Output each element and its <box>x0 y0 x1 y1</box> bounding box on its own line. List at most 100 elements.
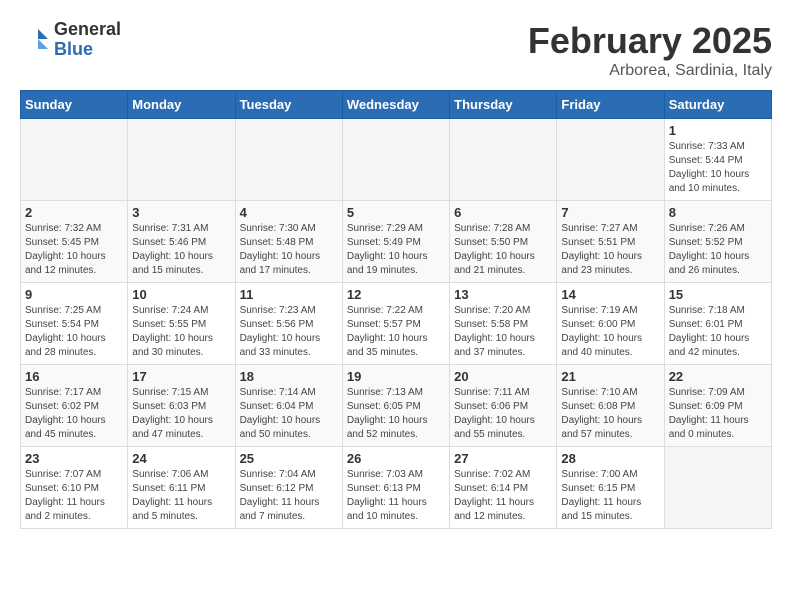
calendar-cell: 6Sunrise: 7:28 AM Sunset: 5:50 PM Daylig… <box>450 201 557 283</box>
column-header-monday: Monday <box>128 91 235 119</box>
logo-icon <box>20 25 50 55</box>
day-number: 7 <box>561 205 659 220</box>
calendar-cell: 18 Sunrise: 7:14 AM Sunset: 6:04 PM Dayli… <box>235 365 342 447</box>
calendar-cell: 11 Sunrise: 7:23 AM Sunset: 5:56 PM Dayli… <box>235 283 342 365</box>
title-block: February 2025 Arborea, Sardinia, Italy <box>528 20 772 80</box>
day-info: Sunrise: 7:27 AM Sunset: 5:51 PM Dayligh… <box>561 222 659 278</box>
logo-text: General Blue <box>54 20 121 60</box>
calendar-cell: 10 Sunrise: 7:24 AM Sunset: 5:55 PM Dayli… <box>128 283 235 365</box>
day-info: Sunrise: 7:33 AM Sunset: 5:44 PM Dayligh… <box>669 140 767 196</box>
logo-blue: Blue <box>54 40 121 60</box>
calendar-week-2: 2 Sunrise: 7:32 AM Sunset: 5:45 PM Daylig… <box>21 201 772 283</box>
calendar-cell: 4 Sunrise: 7:30 AM Sunset: 5:48 PM Daylig… <box>235 201 342 283</box>
day-info: Sunrise: 7:22 AM Sunset: 5:57 PM Dayligh… <box>347 304 445 360</box>
day-number: 23 <box>25 451 123 466</box>
day-info: Sunrise: 7:00 AM Sunset: 6:15 PM Dayligh… <box>561 468 659 524</box>
calendar-cell: 8Sunrise: 7:26 AM Sunset: 5:52 PM Daylig… <box>664 201 771 283</box>
day-info: Sunrise: 7:11 AM Sunset: 6:06 PM Dayligh… <box>454 386 552 442</box>
column-header-thursday: Thursday <box>450 91 557 119</box>
calendar-cell: 12Sunrise: 7:22 AM Sunset: 5:57 PM Dayli… <box>342 283 449 365</box>
day-info: Sunrise: 7:10 AM Sunset: 6:08 PM Dayligh… <box>561 386 659 442</box>
day-number: 24 <box>132 451 230 466</box>
day-info: Sunrise: 7:14 AM Sunset: 6:04 PM Dayligh… <box>240 386 338 442</box>
day-info: Sunrise: 7:02 AM Sunset: 6:14 PM Dayligh… <box>454 468 552 524</box>
logo-general: General <box>54 20 121 40</box>
column-header-saturday: Saturday <box>664 91 771 119</box>
day-number: 27 <box>454 451 552 466</box>
day-info: Sunrise: 7:25 AM Sunset: 5:54 PM Dayligh… <box>25 304 123 360</box>
day-number: 11 <box>240 287 338 302</box>
calendar-cell: 23 Sunrise: 7:07 AM Sunset: 6:10 PM Dayli… <box>21 447 128 529</box>
day-number: 13 <box>454 287 552 302</box>
location: Arborea, Sardinia, Italy <box>528 62 772 80</box>
day-info: Sunrise: 7:26 AM Sunset: 5:52 PM Dayligh… <box>669 222 767 278</box>
day-info: Sunrise: 7:19 AM Sunset: 6:00 PM Dayligh… <box>561 304 659 360</box>
calendar-cell: 3 Sunrise: 7:31 AM Sunset: 5:46 PM Daylig… <box>128 201 235 283</box>
day-info: Sunrise: 7:32 AM Sunset: 5:45 PM Dayligh… <box>25 222 123 278</box>
day-number: 4 <box>240 205 338 220</box>
day-info: Sunrise: 7:07 AM Sunset: 6:10 PM Dayligh… <box>25 468 123 524</box>
calendar-cell: 16 Sunrise: 7:17 AM Sunset: 6:02 PM Dayli… <box>21 365 128 447</box>
calendar-week-1: 1Sunrise: 7:33 AM Sunset: 5:44 PM Daylig… <box>21 119 772 201</box>
day-number: 16 <box>25 369 123 384</box>
day-number: 17 <box>132 369 230 384</box>
logo: General Blue <box>20 20 121 60</box>
calendar-cell: 9 Sunrise: 7:25 AM Sunset: 5:54 PM Daylig… <box>21 283 128 365</box>
day-info: Sunrise: 7:15 AM Sunset: 6:03 PM Dayligh… <box>132 386 230 442</box>
day-info: Sunrise: 7:06 AM Sunset: 6:11 PM Dayligh… <box>132 468 230 524</box>
day-info: Sunrise: 7:30 AM Sunset: 5:48 PM Dayligh… <box>240 222 338 278</box>
calendar-cell: 25Sunrise: 7:04 AM Sunset: 6:12 PM Dayli… <box>235 447 342 529</box>
day-number: 6 <box>454 205 552 220</box>
day-number: 19 <box>347 369 445 384</box>
calendar-cell: 26 Sunrise: 7:03 AM Sunset: 6:13 PM Dayli… <box>342 447 449 529</box>
day-number: 22 <box>669 369 767 384</box>
calendar-week-4: 16 Sunrise: 7:17 AM Sunset: 6:02 PM Dayli… <box>21 365 772 447</box>
calendar-cell: 7 Sunrise: 7:27 AM Sunset: 5:51 PM Daylig… <box>557 201 664 283</box>
day-info: Sunrise: 7:17 AM Sunset: 6:02 PM Dayligh… <box>25 386 123 442</box>
calendar-cell: 27 Sunrise: 7:02 AM Sunset: 6:14 PM Dayli… <box>450 447 557 529</box>
day-info: Sunrise: 7:24 AM Sunset: 5:55 PM Dayligh… <box>132 304 230 360</box>
day-info: Sunrise: 7:31 AM Sunset: 5:46 PM Dayligh… <box>132 222 230 278</box>
calendar-cell: 14Sunrise: 7:19 AM Sunset: 6:00 PM Dayli… <box>557 283 664 365</box>
column-header-sunday: Sunday <box>21 91 128 119</box>
day-number: 10 <box>132 287 230 302</box>
day-number: 26 <box>347 451 445 466</box>
month-year: February 2025 <box>528 20 772 62</box>
day-info: Sunrise: 7:29 AM Sunset: 5:49 PM Dayligh… <box>347 222 445 278</box>
day-number: 2 <box>25 205 123 220</box>
calendar-cell <box>664 447 771 529</box>
day-number: 28 <box>561 451 659 466</box>
day-info: Sunrise: 7:23 AM Sunset: 5:56 PM Dayligh… <box>240 304 338 360</box>
day-info: Sunrise: 7:18 AM Sunset: 6:01 PM Dayligh… <box>669 304 767 360</box>
calendar-cell: 15 Sunrise: 7:18 AM Sunset: 6:01 PM Dayli… <box>664 283 771 365</box>
calendar-cell <box>128 119 235 201</box>
calendar-cell: 17 Sunrise: 7:15 AM Sunset: 6:03 PM Dayli… <box>128 365 235 447</box>
day-number: 9 <box>25 287 123 302</box>
day-number: 18 <box>240 369 338 384</box>
column-header-wednesday: Wednesday <box>342 91 449 119</box>
calendar-cell: 24 Sunrise: 7:06 AM Sunset: 6:11 PM Dayli… <box>128 447 235 529</box>
calendar-cell: 2 Sunrise: 7:32 AM Sunset: 5:45 PM Daylig… <box>21 201 128 283</box>
calendar-cell <box>450 119 557 201</box>
calendar-cell <box>235 119 342 201</box>
calendar-header-row: SundayMondayTuesdayWednesdayThursdayFrid… <box>21 91 772 119</box>
day-number: 20 <box>454 369 552 384</box>
calendar-cell <box>21 119 128 201</box>
day-info: Sunrise: 7:13 AM Sunset: 6:05 PM Dayligh… <box>347 386 445 442</box>
calendar-cell <box>342 119 449 201</box>
day-info: Sunrise: 7:20 AM Sunset: 5:58 PM Dayligh… <box>454 304 552 360</box>
calendar-cell: 20 Sunrise: 7:11 AM Sunset: 6:06 PM Dayli… <box>450 365 557 447</box>
calendar-cell: 5Sunrise: 7:29 AM Sunset: 5:49 PM Daylig… <box>342 201 449 283</box>
day-info: Sunrise: 7:04 AM Sunset: 6:12 PM Dayligh… <box>240 468 338 524</box>
calendar-cell: 1Sunrise: 7:33 AM Sunset: 5:44 PM Daylig… <box>664 119 771 201</box>
day-number: 21 <box>561 369 659 384</box>
calendar-cell: 19 Sunrise: 7:13 AM Sunset: 6:05 PM Dayli… <box>342 365 449 447</box>
column-header-tuesday: Tuesday <box>235 91 342 119</box>
calendar-cell: 28 Sunrise: 7:00 AM Sunset: 6:15 PM Dayli… <box>557 447 664 529</box>
day-number: 15 <box>669 287 767 302</box>
calendar-table: SundayMondayTuesdayWednesdayThursdayFrid… <box>20 90 772 529</box>
calendar-cell: 13 Sunrise: 7:20 AM Sunset: 5:58 PM Dayli… <box>450 283 557 365</box>
day-info: Sunrise: 7:03 AM Sunset: 6:13 PM Dayligh… <box>347 468 445 524</box>
calendar-cell <box>557 119 664 201</box>
day-number: 3 <box>132 205 230 220</box>
